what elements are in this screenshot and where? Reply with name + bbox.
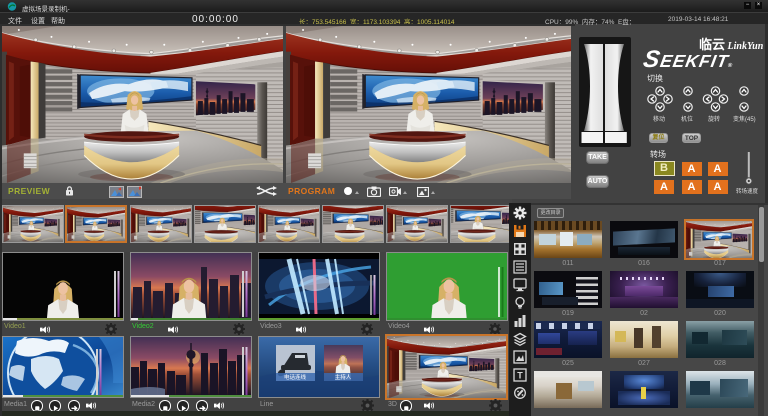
svg-text:主持人: 主持人: [335, 373, 352, 381]
svg-text:T: T: [517, 371, 523, 381]
svg-text:电话连线: 电话连线: [284, 373, 307, 381]
